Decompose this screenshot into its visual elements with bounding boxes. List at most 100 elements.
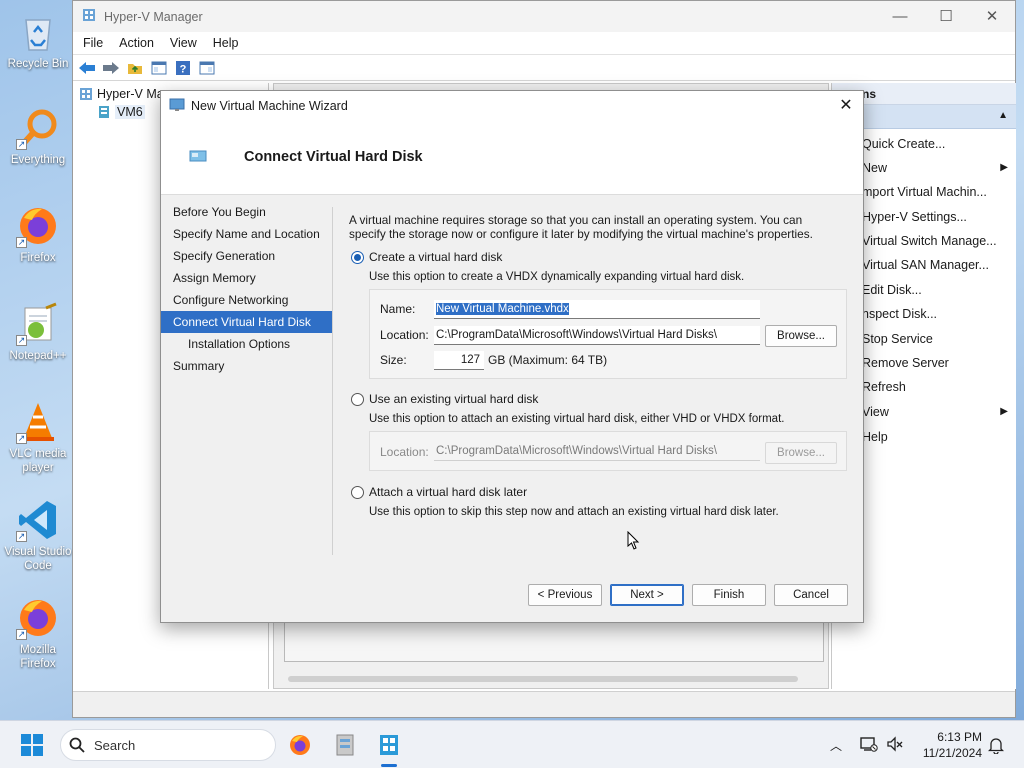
virtual-disk-icon [189, 149, 207, 166]
option-create-label[interactable]: Create a virtual hard disk [369, 250, 502, 264]
tree-item-vm6[interactable]: VM6 [97, 105, 145, 119]
collapse-up-icon[interactable]: ▲ [998, 110, 1008, 121]
desktop-icon-label: Notepad++ [9, 350, 67, 362]
disk-location-input[interactable]: C:\ProgramData\Microsoft\Windows\Virtual… [434, 326, 760, 345]
radio-attach-later[interactable] [351, 486, 364, 499]
server-icon [99, 106, 109, 118]
step-connect-virtual-hard-disk[interactable]: Connect Virtual Hard Disk [161, 311, 333, 333]
firefox-icon: ↗ [16, 596, 60, 640]
notification-bell-icon[interactable] [987, 736, 1005, 757]
action-quick-create[interactable]: Quick Create... [862, 137, 945, 151]
desktop-icon-notepadpp[interactable]: ↗ Notepad++ [4, 302, 72, 363]
desktop-icon-recycle-bin[interactable]: Recycle Bin [4, 10, 72, 71]
action-import-vm[interactable]: mport Virtual Machin... [862, 185, 987, 199]
show-hide-console-tree-icon[interactable] [149, 58, 169, 78]
tree-item-hyperv-manager[interactable]: Hyper-V Ma [79, 87, 164, 101]
menu-help[interactable]: Help [205, 36, 247, 50]
action-edit-disk[interactable]: Edit Disk... [862, 283, 922, 297]
help-icon[interactable]: ? [173, 58, 193, 78]
option-existing-label[interactable]: Use an existing virtual hard disk [369, 392, 538, 406]
disk-name-input[interactable]: New Virtual Machine.vhdx [434, 300, 760, 319]
menu-action[interactable]: Action [111, 36, 162, 50]
step-installation-options[interactable]: Installation Options [161, 333, 333, 355]
desktop-icon-everything[interactable]: ↗ Everything [4, 106, 72, 167]
desktop-icon-label: Everything [10, 154, 66, 166]
menu-file[interactable]: File [75, 36, 111, 50]
disk-size-input[interactable]: 127 [434, 351, 484, 370]
step-specify-name-location[interactable]: Specify Name and Location [161, 223, 333, 245]
vscode-icon: ↗ [16, 498, 60, 542]
desktop-icon-mozilla-firefox[interactable]: ↗ Mozilla Firefox [4, 596, 72, 671]
option-existing-description: Use this option to attach an existing vi… [369, 413, 785, 425]
intro-text: A virtual machine requires storage so th… [349, 213, 813, 241]
existing-location-input[interactable]: C:\ProgramData\Microsoft\Windows\Virtual… [434, 442, 760, 461]
option-later-label[interactable]: Attach a virtual hard disk later [369, 485, 527, 499]
action-help[interactable]: Help [862, 430, 888, 444]
minimize-button[interactable]: — [877, 1, 923, 32]
mouse-cursor-icon [627, 530, 641, 554]
previous-button[interactable]: < Previous [528, 584, 602, 606]
disk-name-value: New Virtual Machine.vhdx [436, 303, 569, 315]
option-later-description: Use this option to skip this step now an… [369, 506, 779, 518]
clock-date[interactable]: 11/21/2024 [923, 746, 982, 760]
back-arrow-icon[interactable] [77, 58, 97, 78]
network-icon[interactable] [860, 735, 878, 756]
recycle-bin-icon [16, 10, 60, 54]
radio-create-virtual-hard-disk[interactable] [351, 251, 364, 264]
active-app-indicator [381, 764, 397, 767]
shortcut-arrow-icon: ↗ [16, 335, 27, 346]
step-before-you-begin[interactable]: Before You Begin [161, 201, 333, 223]
volume-muted-icon[interactable] [886, 735, 904, 756]
desktop-icon-vscode[interactable]: ↗ Visual Studio Code [4, 498, 72, 573]
create-disk-group: Name: New Virtual Machine.vhdx Location:… [369, 289, 847, 379]
finish-button[interactable]: Finish [692, 584, 766, 606]
menu-view[interactable]: View [162, 36, 205, 50]
action-virtual-san-manager[interactable]: Virtual SAN Manager... [862, 258, 989, 272]
action-remove-server[interactable]: Remove Server [862, 356, 949, 370]
action-hyperv-settings[interactable]: Hyper-V Settings... [862, 210, 967, 224]
start-windows-icon[interactable] [20, 733, 44, 760]
cancel-button[interactable]: Cancel [774, 584, 848, 606]
window-titlebar[interactable]: Hyper-V Manager — ☐ ✕ [73, 1, 1015, 32]
horizontal-scrollbar[interactable] [288, 676, 798, 682]
step-summary[interactable]: Summary [161, 355, 333, 377]
dialog-titlebar[interactable]: New Virtual Machine Wizard ✕ [161, 91, 863, 121]
hyperv-manager-icon [80, 88, 92, 100]
step-configure-networking[interactable]: Configure Networking [161, 289, 333, 311]
browse-button[interactable]: Browse... [765, 325, 837, 347]
taskbar-hyperv-manager-icon[interactable] [377, 731, 401, 760]
action-new[interactable]: New [862, 161, 887, 175]
step-assign-memory[interactable]: Assign Memory [161, 267, 333, 289]
vlc-cone-icon: ↗ [16, 400, 60, 444]
taskbar-firefox-icon[interactable] [288, 733, 312, 760]
dialog-close-button[interactable]: ✕ [829, 91, 863, 121]
close-window-button[interactable]: ✕ [969, 1, 1015, 32]
show-hidden-icons-chevron-icon[interactable]: ︿ [830, 737, 842, 754]
hyperv-app-icon [82, 8, 96, 25]
desktop-icon-label: Recycle Bin [7, 58, 69, 70]
forward-arrow-icon[interactable] [101, 58, 121, 78]
existing-location-label: Location: [380, 445, 429, 459]
action-virtual-switch-manager[interactable]: Virtual Switch Manage... [862, 234, 997, 248]
firefox-icon: ↗ [16, 204, 60, 248]
desktop-icon-firefox[interactable]: ↗ Firefox [4, 204, 72, 265]
existing-browse-button[interactable]: Browse... [765, 442, 837, 464]
name-label: Name: [380, 302, 416, 316]
action-refresh[interactable]: Refresh [862, 380, 906, 394]
details-panel [284, 622, 824, 662]
next-button[interactable]: Next > [610, 584, 684, 606]
dialog-title: New Virtual Machine Wizard [191, 99, 348, 113]
wizard-monitor-icon [169, 98, 185, 115]
step-specify-generation[interactable]: Specify Generation [161, 245, 333, 267]
radio-use-existing-disk[interactable] [351, 393, 364, 406]
action-inspect-disk[interactable]: nspect Disk... [862, 307, 937, 321]
taskbar-hyperv-tools-icon[interactable] [333, 731, 357, 762]
action-view[interactable]: View [862, 405, 889, 419]
clock-time[interactable]: 6:13 PM [937, 730, 982, 744]
action-stop-service[interactable]: Stop Service [862, 332, 933, 346]
maximize-button[interactable]: ☐ [923, 1, 969, 32]
up-folder-icon[interactable] [125, 58, 145, 78]
show-hide-action-pane-icon[interactable] [197, 58, 217, 78]
taskbar-search-box[interactable]: Search [60, 729, 276, 761]
desktop-icon-vlc[interactable]: ↗ VLC media player [4, 400, 72, 475]
